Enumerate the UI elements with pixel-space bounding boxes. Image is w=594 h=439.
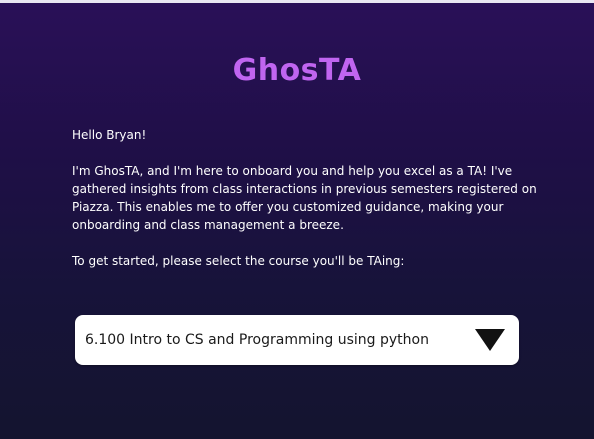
course-select-dropdown[interactable]: 6.100 Intro to CS and Programming using … bbox=[75, 315, 519, 365]
window-top-border bbox=[0, 0, 594, 3]
course-select-prompt: To get started, please select the course… bbox=[72, 254, 405, 268]
onboarding-message: I'm GhosTA, and I'm here to onboard you … bbox=[72, 164, 537, 232]
dropdown-arrow-icon[interactable] bbox=[475, 329, 505, 351]
intro-text: Hello Bryan! I'm GhosTA, and I'm here to… bbox=[72, 126, 542, 270]
greeting-text: Hello Bryan! bbox=[72, 128, 147, 142]
course-select-value: 6.100 Intro to CS and Programming using … bbox=[85, 332, 429, 348]
app-logo: GhosTA bbox=[232, 53, 362, 88]
